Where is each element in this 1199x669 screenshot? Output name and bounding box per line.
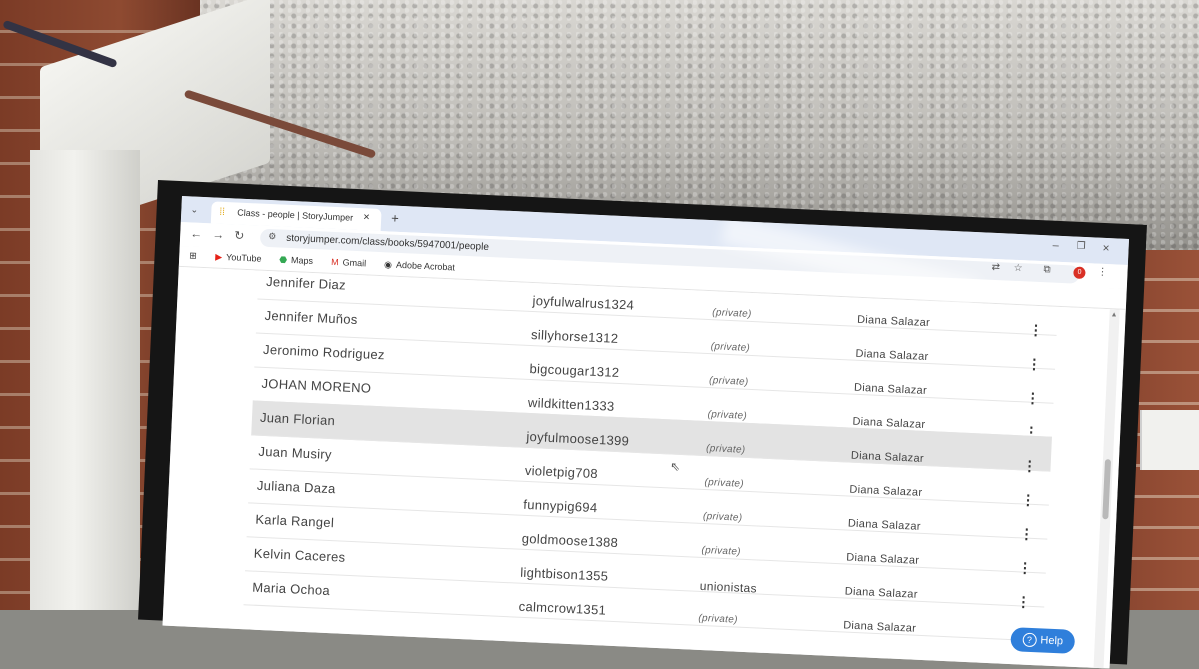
student-name: Jennifer Muños: [264, 307, 359, 328]
student-username: lightbison1355: [519, 564, 609, 584]
student-username: violetpig708: [524, 462, 599, 482]
translate-icon[interactable]: ⇄: [991, 262, 1000, 273]
restore-icon[interactable]: ❐: [1076, 241, 1085, 252]
minimize-icon[interactable]: –: [1052, 240, 1059, 252]
student-password: (private): [698, 612, 738, 626]
youtube-icon: ▶: [215, 251, 223, 262]
help-label: Help: [1040, 634, 1064, 648]
bookmark-star-icon[interactable]: ☆: [1013, 263, 1022, 274]
url-text: storyjumper.com/class/books/5947001/peop…: [285, 232, 490, 253]
student-username: wildkitten1333: [527, 394, 615, 414]
student-name: Karla Rangel: [255, 511, 335, 531]
acrobat-icon: ◉: [383, 259, 393, 270]
extensions-icon[interactable]: ⧉: [1043, 264, 1051, 275]
storyjumper-favicon-icon: ⁞⁞: [219, 206, 226, 218]
student-password: (private): [702, 510, 743, 524]
student-password: (private): [710, 341, 751, 354]
scrollbar-thumb[interactable]: [1102, 459, 1112, 520]
support-pillar: [30, 150, 140, 610]
scroll-up-icon[interactable]: ▲: [1110, 311, 1117, 318]
help-button[interactable]: ? Help: [1010, 627, 1076, 654]
student-name: Juliana Daza: [256, 477, 336, 497]
student-name: Juan Musiry: [258, 443, 333, 463]
student-name: JOHAN MORENO: [261, 375, 372, 396]
window-close-icon[interactable]: ×: [1102, 241, 1110, 255]
bookmark-gmail[interactable]: M Gmail: [331, 257, 366, 269]
student-name: Kelvin Caceres: [253, 545, 346, 565]
student-username: joyfulmoose1399: [526, 428, 630, 449]
student-password: (private): [708, 375, 749, 388]
student-username: joyfulwalrus1324: [532, 293, 635, 313]
monitor-screen: ⌄ ⁞⁞ Class - people | StoryJumper × + – …: [162, 196, 1130, 669]
student-name: Juan Florian: [259, 409, 336, 429]
help-question-icon: ?: [1022, 632, 1037, 648]
menu-kebab-icon[interactable]: ⋮: [1097, 267, 1107, 278]
student-password: (private): [701, 544, 742, 558]
new-tab-button[interactable]: +: [391, 211, 399, 226]
tab-close-icon[interactable]: ×: [363, 211, 370, 223]
student-username: sillyhorse1312: [530, 326, 619, 346]
student-teacher: Diana Salazar: [842, 619, 917, 635]
student-name: Maria Ochoa: [251, 579, 331, 599]
tab-search-icon[interactable]: ⌄: [187, 202, 202, 217]
tab-title: Class - people | StoryJumper: [237, 207, 354, 223]
forward-arrow-icon[interactable]: →: [212, 227, 225, 242]
people-page: Jennifer Diaz joyfulwalrus1324 (private)…: [162, 264, 1126, 669]
maps-icon: ⬣: [278, 254, 288, 265]
student-password: (private): [712, 307, 752, 320]
student-password: (private): [707, 409, 748, 422]
student-password: (private): [705, 443, 746, 456]
student-name: Jennifer Diaz: [265, 273, 347, 293]
student-username: calmcrow1351: [518, 598, 607, 618]
mouse-cursor-icon: ⇖: [669, 459, 681, 474]
site-info-icon[interactable]: ⚙: [268, 231, 277, 242]
student-username: funnypig694: [523, 496, 598, 516]
student-username: goldmoose1388: [521, 530, 619, 551]
student-username: bigcougar1312: [529, 360, 620, 381]
apps-grid-icon[interactable]: ⊞: [189, 250, 197, 261]
profile-avatar[interactable]: 0: [1073, 266, 1086, 280]
student-password: (private): [704, 477, 745, 490]
gmail-icon: M: [330, 256, 339, 268]
back-arrow-icon[interactable]: ←: [190, 226, 203, 241]
wall-plate: [1140, 410, 1199, 470]
bookmark-youtube[interactable]: ▶ YouTube: [215, 252, 262, 265]
student-name: Jeronimo Rodriguez: [262, 341, 386, 363]
reload-icon[interactable]: ↻: [234, 228, 245, 242]
